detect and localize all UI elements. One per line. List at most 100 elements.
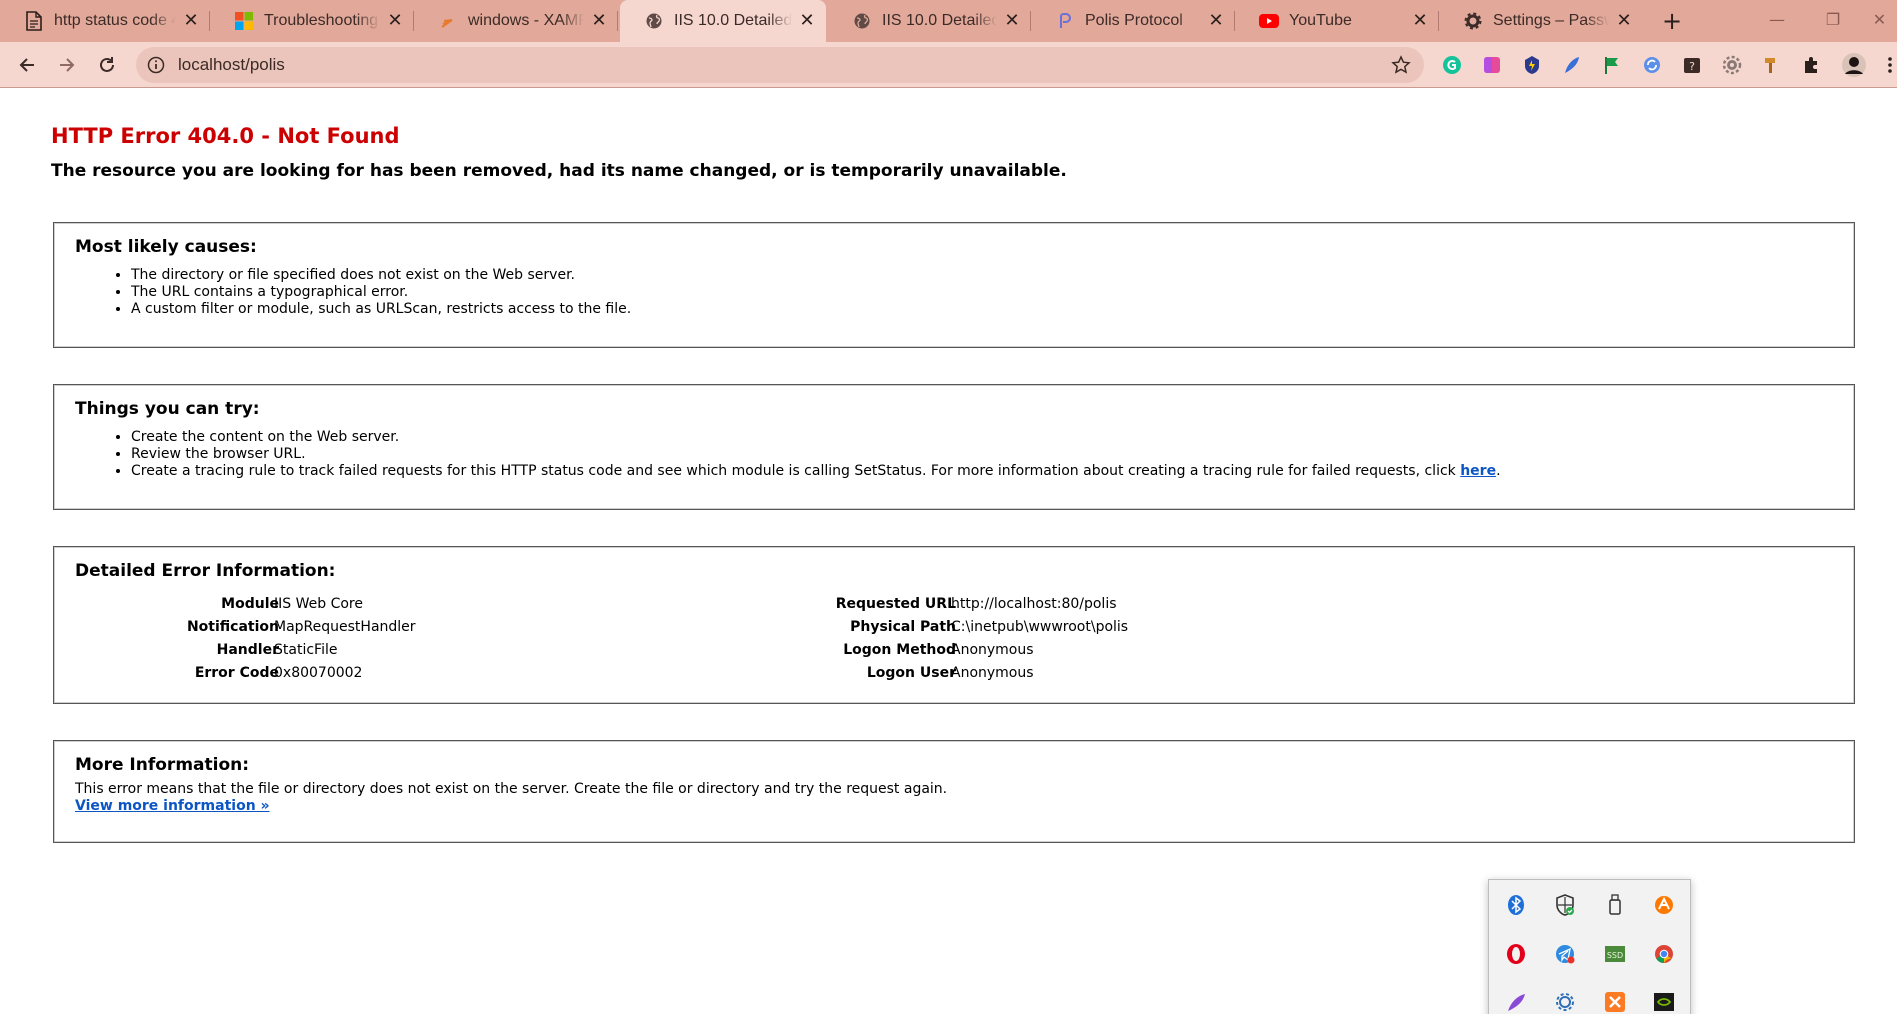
tab-2[interactable]: windows - XAMPP ✕ <box>414 0 618 42</box>
vpn-icon[interactable] <box>1521 54 1543 76</box>
new-tab-button[interactable]: + <box>1657 6 1687 36</box>
detail-value: C:\inetpub\wwwroot\polis <box>951 619 1129 635</box>
close-window-button[interactable]: ✕ <box>1862 0 1897 40</box>
security-shield-icon[interactable] <box>1552 892 1578 918</box>
refresh-circle-icon[interactable] <box>1641 54 1663 76</box>
usb-drive-icon[interactable] <box>1602 892 1628 918</box>
tab-0[interactable]: http status code 404 ✕ <box>0 0 210 42</box>
tab-title: IIS 10.0 Detailed Error <box>674 12 792 29</box>
close-icon[interactable]: ✕ <box>1207 12 1225 30</box>
back-button[interactable] <box>10 48 44 82</box>
causes-list: The directory or file specified does not… <box>75 267 1833 318</box>
more-text: This error means that the file or direct… <box>75 781 948 797</box>
puzzle-icon[interactable] <box>1801 54 1823 76</box>
tab-title: IIS 10.0 Detailed Error <box>882 12 997 29</box>
detail-label: Requested URL <box>835 596 956 612</box>
list-item: A custom filter or module, such as URLSc… <box>131 301 1833 318</box>
flag-icon[interactable] <box>1601 54 1623 76</box>
detail-label: Module <box>221 596 279 612</box>
gear-tray-icon[interactable] <box>1552 989 1578 1014</box>
list-item: Review the browser URL. <box>131 446 1833 463</box>
ssd-monitor-icon[interactable]: SSD <box>1602 941 1628 967</box>
error-title: HTTP Error 404.0 - Not Found <box>51 124 400 148</box>
here-link[interactable]: here <box>1460 463 1496 479</box>
menu-dots-icon[interactable] <box>1883 54 1897 76</box>
tab-title: Settings – Passwords <box>1493 12 1609 29</box>
detail-value: http://localhost:80/polis <box>951 596 1117 612</box>
detail-value: Anonymous <box>951 665 1034 681</box>
tab-title: YouTube <box>1289 12 1352 29</box>
bookmark-star-icon[interactable] <box>1390 54 1412 76</box>
info-icon[interactable] <box>146 55 166 75</box>
tab-separator <box>617 11 618 31</box>
close-icon[interactable]: ✕ <box>798 12 816 30</box>
avast-icon[interactable] <box>1651 892 1677 918</box>
feather-icon[interactable] <box>1561 54 1583 76</box>
profile-avatar-icon[interactable] <box>1841 52 1867 78</box>
detail-label: Logon User <box>866 665 956 681</box>
detail-label: Notification <box>186 619 279 635</box>
list-item: Create a tracing rule to track failed re… <box>131 463 1833 480</box>
minimize-button[interactable]: — <box>1752 0 1802 40</box>
detail-value: StaticFile <box>274 642 338 658</box>
view-more-link[interactable]: View more information » <box>75 798 270 814</box>
close-icon[interactable]: ✕ <box>590 12 608 30</box>
restore-button[interactable]: ❐ <box>1808 0 1858 40</box>
more-heading: More Information: <box>75 755 250 775</box>
opera-icon[interactable] <box>1503 941 1529 967</box>
detail-value: MapRequestHandler <box>274 619 416 635</box>
close-icon[interactable]: ✕ <box>1003 12 1021 30</box>
telegram-icon[interactable] <box>1552 941 1578 967</box>
settings-gear-icon <box>1463 11 1483 31</box>
more-info-box: More Information: This error means that … <box>53 740 1855 843</box>
detail-value: 0x80070002 <box>274 665 363 681</box>
tracing-end: . <box>1496 463 1501 479</box>
feather-tray-icon[interactable] <box>1503 989 1529 1014</box>
hammer-icon[interactable] <box>1761 54 1783 76</box>
tab-title: http status code 404 <box>54 12 176 29</box>
close-icon[interactable]: ✕ <box>182 12 200 30</box>
detail-grid: Module IIS Web Core Notification MapRequ… <box>75 591 1833 683</box>
try-box: Things you can try: Create the content o… <box>53 384 1855 510</box>
tab-3-active[interactable]: IIS 10.0 Detailed Error ✕ <box>620 0 826 42</box>
detail-heading: Detailed Error Information: <box>75 561 336 581</box>
globe-icon <box>644 11 664 31</box>
close-icon[interactable]: ✕ <box>386 12 404 30</box>
close-icon[interactable]: ✕ <box>1615 12 1633 30</box>
causes-heading: Most likely causes: <box>75 237 257 257</box>
globe-icon <box>852 11 872 31</box>
tab-5[interactable]: Polis Protocol ✕ <box>1031 0 1235 42</box>
detail-label: Logon Method <box>843 642 956 658</box>
back-arrow-icon <box>19 58 34 72</box>
url-text[interactable]: localhost/polis <box>178 47 285 83</box>
help-box-icon[interactable]: ? <box>1681 54 1703 76</box>
tab-6[interactable]: YouTube ✕ <box>1235 0 1439 42</box>
chrome-icon[interactable] <box>1651 941 1677 967</box>
causes-box: Most likely causes: The directory or fil… <box>53 222 1855 348</box>
grammarly-icon[interactable] <box>1441 54 1463 76</box>
svg-text:SSD: SSD <box>1607 951 1623 960</box>
forward-button[interactable] <box>50 48 84 82</box>
list-item: The directory or file specified does not… <box>131 267 1833 284</box>
tab-title: windows - XAMPP <box>468 12 584 29</box>
tab-4[interactable]: IIS 10.0 Detailed Error ✕ <box>828 0 1031 42</box>
address-bar[interactable]: localhost/polis <box>136 47 1424 83</box>
nvidia-icon[interactable] <box>1651 989 1677 1014</box>
polis-icon <box>1055 11 1075 31</box>
reload-button[interactable] <box>90 48 124 82</box>
close-icon[interactable]: ✕ <box>1411 12 1429 30</box>
gear-extension-icon[interactable] <box>1721 54 1743 76</box>
xampp-icon[interactable] <box>1602 989 1628 1014</box>
tab-1[interactable]: Troubleshooting Common ✕ <box>210 0 414 42</box>
tab-7[interactable]: Settings – Passwords ✕ <box>1439 0 1643 42</box>
color-picker-icon[interactable] <box>1481 54 1503 76</box>
list-item: The URL contains a typographical error. <box>131 284 1833 301</box>
tab-title: Troubleshooting Common <box>264 12 380 29</box>
system-tray-overflow: SSD <box>1488 879 1691 1014</box>
detail-box: Detailed Error Information: Module IIS W… <box>53 546 1855 704</box>
error-subtitle: The resource you are looking for has bee… <box>51 161 1067 181</box>
bluetooth-icon[interactable] <box>1503 892 1529 918</box>
svg-text:?: ? <box>1689 60 1695 73</box>
page-content: HTTP Error 404.0 - Not Found The resourc… <box>0 89 1897 1014</box>
tab-title: Polis Protocol <box>1085 12 1183 29</box>
